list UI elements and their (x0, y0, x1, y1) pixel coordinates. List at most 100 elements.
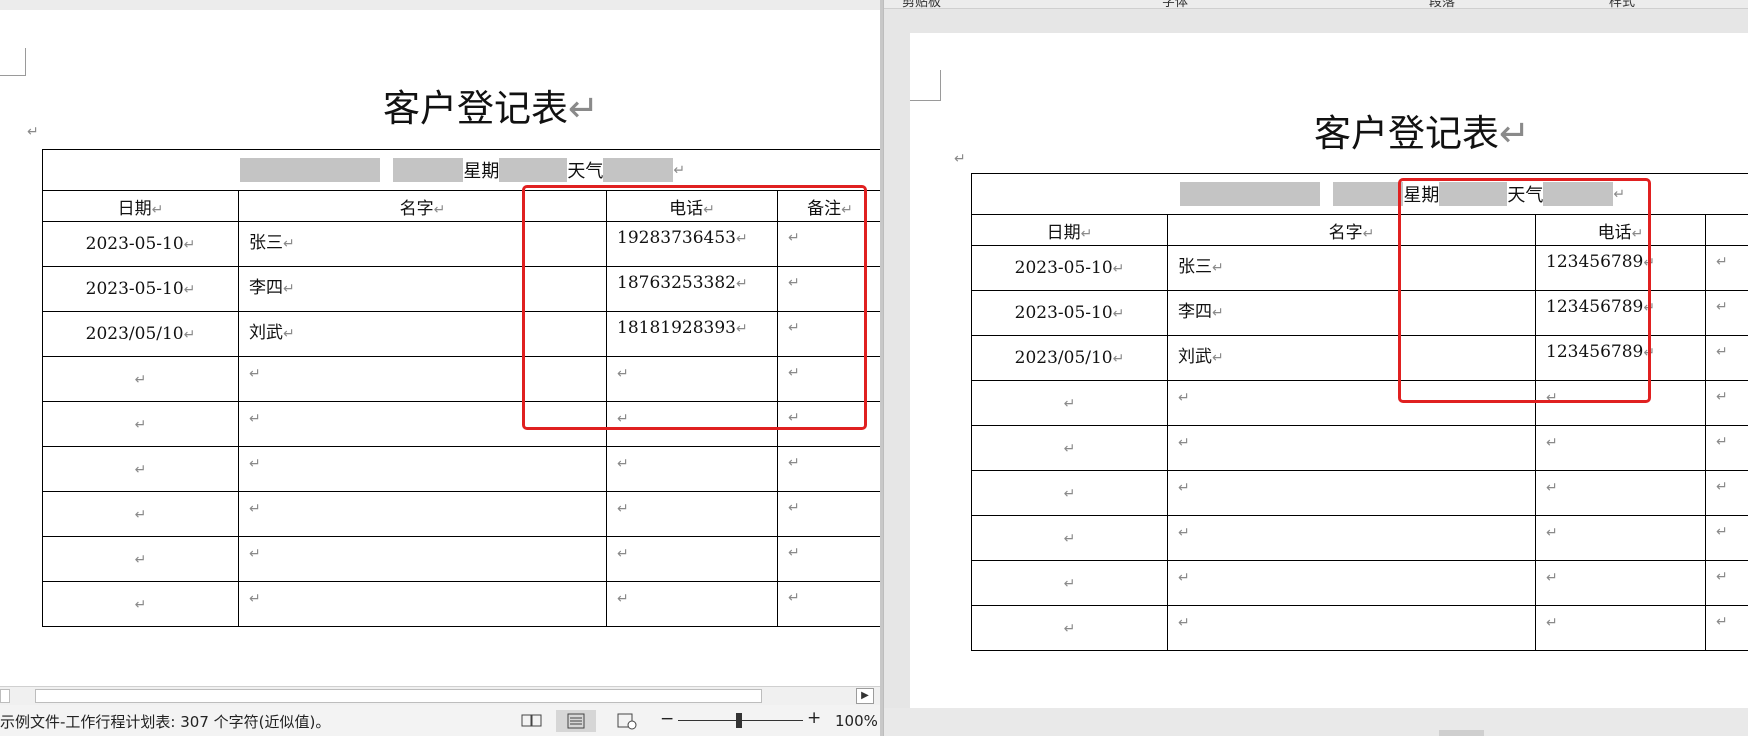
right-header-date: 日期↵ (971, 214, 1168, 246)
right-date-cell[interactable]: 2023-05-10↵ (971, 290, 1168, 336)
right-name-cell[interactable]: ↵ (1167, 425, 1536, 471)
ribbon-group-clipboard[interactable]: 剪贴板 (902, 0, 941, 8)
right-date-cell[interactable]: ↵ (971, 560, 1168, 606)
ribbon-group-paragraph[interactable]: 段落 (1429, 0, 1455, 8)
left-name-cell[interactable]: ↵ (238, 581, 607, 627)
paragraph-mark-icon: ↵ (1716, 389, 1728, 405)
right-doc-title[interactable]: 客户登记表↵ (1314, 103, 1530, 157)
right-title-text: 客户登记表 (1314, 112, 1499, 155)
left-document-page[interactable]: 客户登记表↵ ↵ 星期 天气 ↵ 日期↵ 名字↵ 电话↵ 备注↵ 2023-05-1… (0, 10, 880, 686)
table-row[interactable]: ↵ ↵ ↵ ↵ (971, 425, 1748, 471)
table-row[interactable]: ↵ ↵ ↵ ↵ (42, 491, 880, 537)
table-row[interactable]: ↵ ↵ ↵ ↵ (971, 605, 1748, 651)
table-row[interactable]: ↵ ↵ ↵ ↵ (42, 536, 880, 582)
right-date-cell[interactable]: 2023/05/10↵ (971, 335, 1168, 381)
paragraph-mark-icon: ↵ (1212, 305, 1224, 321)
right-date-cell[interactable]: ↵ (971, 515, 1168, 561)
left-date-cell[interactable]: ↵ (42, 491, 239, 537)
right-phone-cell[interactable]: ↵ (1535, 605, 1706, 651)
left-name-cell[interactable]: ↵ (238, 491, 607, 537)
zoom-slider-thumb[interactable] (736, 713, 742, 728)
left-notes-cell[interactable]: ↵ (776, 536, 880, 582)
paragraph-mark-icon: ↵ (1716, 344, 1728, 360)
read-mode-icon[interactable] (517, 710, 547, 732)
right-phone-cell[interactable]: ↵ (1535, 515, 1706, 561)
table-row[interactable]: ↵ ↵ ↵ ↵ (971, 470, 1748, 516)
right-notes-cell[interactable]: ↵ (1704, 515, 1748, 561)
right-date-cell[interactable]: ↵ (971, 380, 1168, 426)
zoom-out-button[interactable]: − (660, 709, 674, 729)
left-date-cell[interactable]: ↵ (42, 401, 239, 447)
right-notes-cell[interactable]: ↵ (1704, 470, 1748, 516)
left-doc-title[interactable]: 客户登记表↵ (383, 78, 599, 132)
web-layout-icon[interactable] (612, 710, 642, 732)
right-name-cell[interactable]: ↵ (1167, 515, 1536, 561)
left-name-cell[interactable]: ↵ (238, 536, 607, 582)
ribbon-group-font[interactable]: 字体 (1162, 0, 1188, 8)
paragraph-mark-icon: ↵ (617, 456, 629, 472)
left-date-cell[interactable]: ↵ (42, 536, 239, 582)
right-document-page[interactable]: 客户登记表↵ ↵ 星期 天气 ↵ 日期↵ 名字↵ 电话↵ 2023-05-10↵ 张三… (910, 33, 1748, 708)
right-notes-cell[interactable]: ↵ (1704, 560, 1748, 606)
left-notes-cell[interactable]: ↵ (776, 446, 880, 492)
zoom-in-button[interactable]: + (807, 708, 821, 728)
table-row[interactable]: ↵ ↵ ↵ ↵ (42, 581, 880, 627)
right-notes-cell[interactable]: ↵ (1704, 245, 1748, 291)
left-horizontal-scrollbar[interactable]: ▶ (0, 686, 880, 705)
right-phone-cell[interactable]: ↵ (1535, 425, 1706, 471)
right-notes-cell[interactable]: ↵ (1704, 335, 1748, 381)
name-value: 李四 (249, 278, 283, 298)
right-notes-cell[interactable]: ↵ (1704, 605, 1748, 651)
right-header-extra (1704, 214, 1748, 246)
right-document-window: 剪贴板 字体 段落 样式 客户登记表↵ ↵ 星期 天气 ↵ 日期↵ 名字↵ 电话↵ (883, 0, 1748, 736)
left-phone-cell[interactable]: ↵ (606, 491, 778, 537)
scroll-right-arrow-icon[interactable]: ▶ (856, 688, 874, 704)
paragraph-mark-icon: ↵ (617, 546, 629, 562)
name-value: 张三 (249, 233, 283, 253)
left-phone-cell[interactable]: ↵ (606, 581, 778, 627)
right-date-cell[interactable]: ↵ (971, 425, 1168, 471)
scrollbar-track[interactable] (35, 689, 762, 703)
right-phone-cell[interactable]: ↵ (1535, 560, 1706, 606)
left-date-cell[interactable]: 2023-05-10↵ (42, 221, 239, 267)
paragraph-mark-icon: ↵ (1112, 306, 1125, 322)
ribbon-group-styles[interactable]: 样式 (1609, 0, 1635, 8)
left-date-cell[interactable]: 2023/05/10↵ (42, 311, 239, 357)
scroll-left-edge[interactable] (0, 689, 10, 703)
right-notes-cell[interactable]: ↵ (1704, 290, 1748, 336)
redacted-block (1180, 182, 1320, 206)
right-date-cell[interactable]: 2023-05-10↵ (971, 245, 1168, 291)
right-name-cell[interactable]: ↵ (1167, 470, 1536, 516)
left-phone-cell[interactable]: ↵ (606, 536, 778, 582)
paragraph-mark-icon: ↵ (183, 282, 196, 298)
table-row[interactable]: ↵ ↵ ↵ ↵ (971, 515, 1748, 561)
paragraph-mark-icon: ↵ (673, 162, 686, 179)
right-name-cell[interactable]: ↵ (1167, 605, 1536, 651)
right-date-cell[interactable]: ↵ (971, 605, 1168, 651)
left-notes-cell[interactable]: ↵ (776, 581, 880, 627)
print-layout-icon[interactable] (556, 710, 596, 732)
paragraph-mark-icon: ↵ (788, 455, 800, 471)
zoom-level[interactable]: 100% (835, 712, 878, 730)
left-weather-label: 天气 (567, 161, 604, 182)
right-phone-cell[interactable]: ↵ (1535, 470, 1706, 516)
paragraph-mark-icon: ↵ (1716, 434, 1728, 450)
left-date-cell[interactable]: ↵ (42, 581, 239, 627)
right-notes-cell[interactable]: ↵ (1704, 425, 1748, 471)
right-date-cell[interactable]: ↵ (971, 470, 1168, 516)
paragraph-mark-icon: ↵ (183, 237, 196, 253)
date-value: 2023-05-10 (85, 234, 184, 254)
paragraph-mark-icon: ↵ (1178, 435, 1190, 451)
table-row[interactable]: ↵ ↵ ↵ ↵ (971, 560, 1748, 606)
right-name-cell[interactable]: ↵ (1167, 560, 1536, 606)
left-date-cell[interactable]: 2023-05-10↵ (42, 266, 239, 312)
right-scroll-thumb[interactable] (1439, 730, 1484, 736)
date-value: 2023-05-10 (1014, 258, 1113, 278)
left-date-cell[interactable]: ↵ (42, 356, 239, 402)
left-date-cell[interactable]: ↵ (42, 446, 239, 492)
left-name-cell[interactable]: ↵ (238, 446, 607, 492)
left-phone-cell[interactable]: ↵ (606, 446, 778, 492)
left-notes-cell[interactable]: ↵ (776, 491, 880, 537)
table-row[interactable]: ↵ ↵ ↵ ↵ (42, 446, 880, 492)
right-notes-cell[interactable]: ↵ (1704, 380, 1748, 426)
